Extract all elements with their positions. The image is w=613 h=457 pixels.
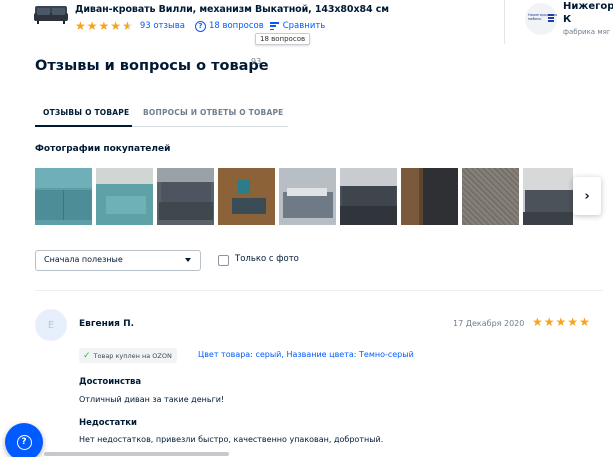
star-icon: ★ — [98, 19, 110, 33]
star-icon: ★ — [532, 315, 543, 329]
reviews-count: 93 — [251, 57, 262, 66]
pros-heading: Достоинства — [79, 377, 142, 387]
purchased-badge: ✓ Товар куплен на OZON — [79, 348, 177, 363]
star-icon: ★ — [543, 315, 555, 329]
section-title: Отзывы и вопросы о товаре — [35, 58, 269, 74]
sort-select[interactable]: Сначала полезные — [35, 250, 201, 271]
photos-next-button[interactable]: › — [573, 177, 601, 215]
product-thumbnail[interactable] — [34, 3, 68, 25]
customer-photo[interactable] — [35, 168, 92, 225]
seller-logo-text: Нижегородская мебель — [528, 13, 558, 21]
questions-tooltip: 18 вопросов — [255, 33, 311, 45]
star-icon: ★ — [555, 315, 567, 329]
help-chat-button[interactable]: ? — [5, 423, 43, 457]
seller-logo[interactable]: Нижегородская мебель — [525, 3, 557, 35]
horizontal-scrollbar[interactable] — [44, 452, 229, 456]
reviews-link[interactable]: 93 отзыва — [140, 21, 185, 31]
tab-questions[interactable]: ВОПРОСЫ И ОТВЕТЫ О ТОВАРЕ — [143, 108, 283, 117]
customer-photo[interactable] — [279, 168, 336, 225]
customer-photo[interactable] — [523, 168, 573, 225]
seller-subtitle: фабрика мяг — [563, 28, 611, 36]
review-date: 17 Декабря 2020 — [453, 319, 525, 328]
customer-photo[interactable] — [340, 168, 397, 225]
questions-link[interactable]: 18 вопросов — [209, 21, 264, 31]
half-star-icon: ★ — [122, 19, 133, 33]
only-photo-label[interactable]: Только с фото — [235, 254, 299, 264]
divider — [35, 290, 603, 291]
star-icon: ★ — [110, 19, 122, 33]
review-rating: ★ ★ ★ ★ ★ — [532, 316, 591, 329]
product-header: Диван-кровать Вилли, механизм Выкатной, … — [0, 0, 613, 45]
checkmark-icon: ✓ — [83, 350, 91, 361]
question-icon: ? — [16, 434, 32, 450]
star-icon: ★ — [75, 19, 86, 33]
customer-photo[interactable] — [218, 168, 275, 225]
product-rating: ★ ★ ★ ★ ★ 93 отзыва ? 18 вопросов Сравни… — [75, 19, 325, 33]
star-icon: ★ — [86, 19, 98, 33]
star-icon: ★ — [579, 315, 590, 329]
pros-text: Отличный диван за такие деньги! — [79, 395, 225, 404]
seller-name[interactable]: Нижегоро К — [563, 0, 613, 26]
customer-photo[interactable] — [96, 168, 153, 225]
cons-text: Нет недостатков, привезли быстро, качест… — [79, 435, 384, 444]
customer-photo[interactable] — [401, 168, 458, 225]
customer-photos-title: Фотографии покупателей — [35, 144, 171, 154]
customer-photo[interactable] — [157, 168, 214, 225]
product-title[interactable]: Диван-кровать Вилли, механизм Выкатной, … — [75, 4, 389, 15]
star-icon: ★ — [567, 315, 579, 329]
chevron-right-icon: › — [584, 188, 590, 204]
compare-icon — [269, 22, 279, 30]
active-tab-indicator — [35, 125, 132, 127]
review-author: Евгения П. — [79, 319, 135, 329]
avatar: Е — [35, 309, 67, 341]
compare-link[interactable]: Сравнить — [283, 21, 326, 31]
only-photo-checkbox[interactable] — [218, 255, 229, 266]
tab-reviews[interactable]: ОТЗЫВЫ О ТОВАРЕ — [43, 108, 129, 117]
header-divider — [504, 0, 505, 44]
cons-heading: Недостатки — [79, 418, 137, 428]
product-variant: Цвет товара: серый, Название цвета: Темн… — [198, 350, 414, 359]
question-bubble-icon: ? — [194, 20, 206, 32]
sort-select-value: Сначала полезные — [44, 255, 123, 264]
reviews-tabs: ОТЗЫВЫ О ТОВАРЕ ВОПРОСЫ И ОТВЕТЫ О ТОВАР… — [35, 106, 288, 127]
customer-photo[interactable] — [462, 168, 519, 225]
caret-down-icon — [185, 258, 191, 262]
